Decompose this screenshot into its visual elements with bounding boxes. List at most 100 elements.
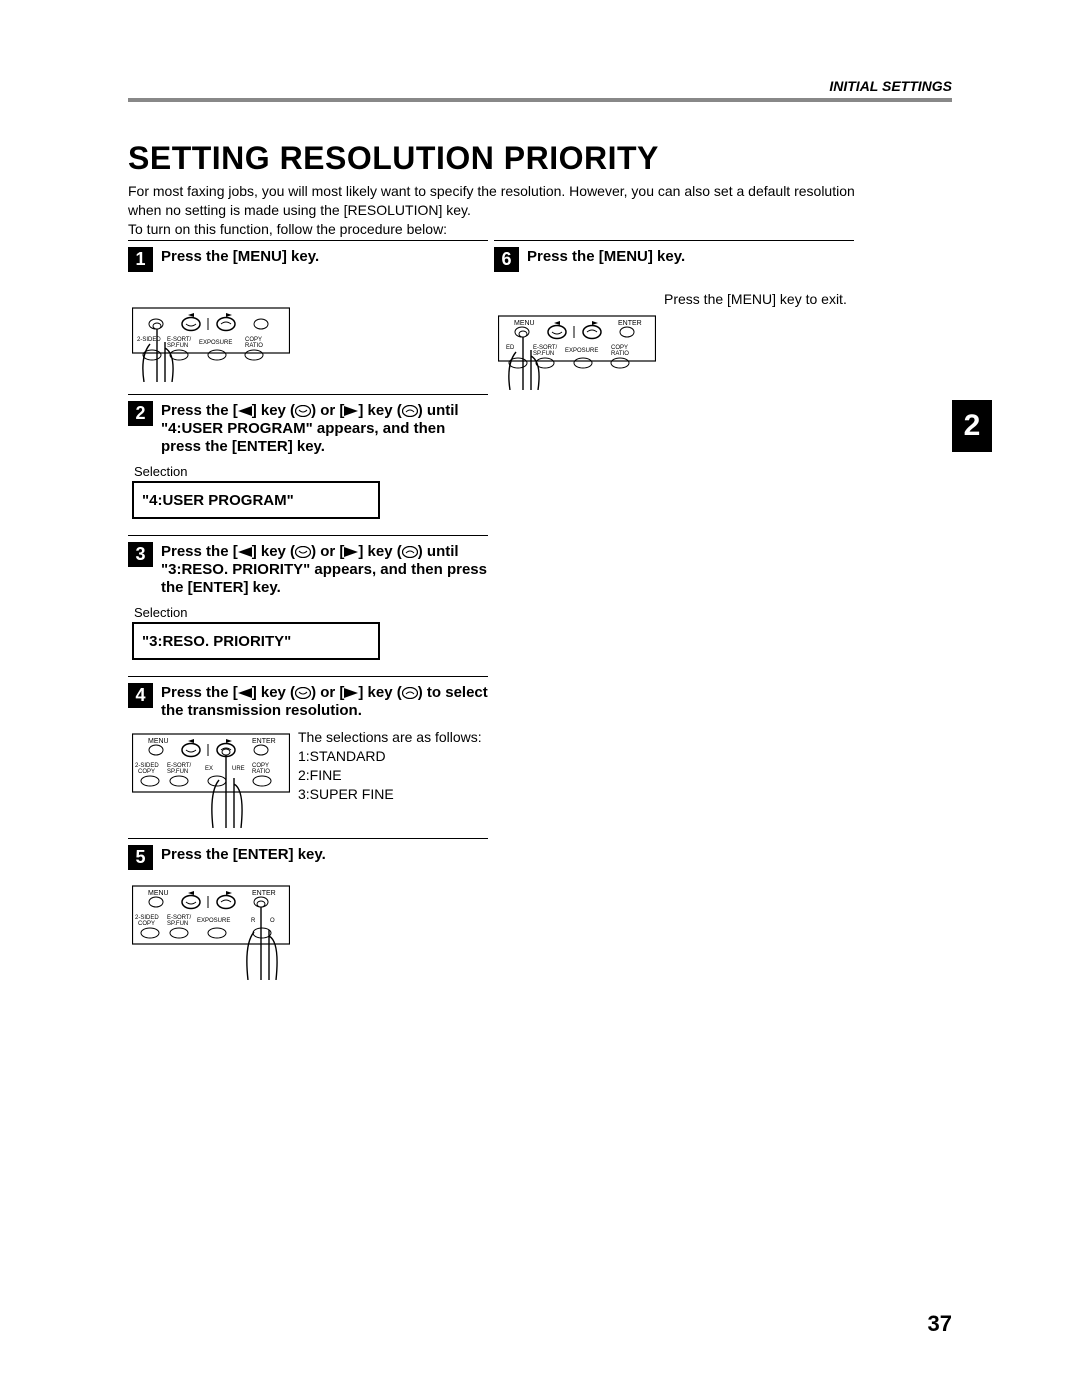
svg-text:COPY: COPY <box>138 769 155 775</box>
up-nav-icon <box>402 405 418 417</box>
down-nav-icon <box>295 405 311 417</box>
step-number-badge: 1 <box>128 247 153 272</box>
step-1: 1 Press the [MENU] key. 2-SIDED E-SORT/ … <box>128 240 488 382</box>
column-2: 6 Press the [MENU] key. MENU ENTER ED E-… <box>494 234 854 390</box>
step-rule <box>128 394 488 395</box>
column-1: 1 Press the [MENU] key. 2-SIDED E-SORT/ … <box>128 234 488 980</box>
page-number: 37 <box>928 1311 952 1337</box>
svg-text:RATIO: RATIO <box>252 769 270 775</box>
lcd-display: "3:RESO. PRIORITY" <box>132 622 380 660</box>
step-rule <box>494 240 854 241</box>
left-arrow-icon <box>238 406 252 416</box>
svg-text:MENU: MENU <box>514 320 535 327</box>
lcd-display: "4:USER PROGRAM" <box>132 481 380 519</box>
step-number-badge: 3 <box>128 542 153 567</box>
right-arrow-icon <box>344 688 358 698</box>
svg-text:ENTER: ENTER <box>618 320 642 327</box>
step-rule <box>128 535 488 536</box>
text-fragment: ) or [ <box>311 543 344 560</box>
step-number-badge: 5 <box>128 845 153 870</box>
svg-text:EXPOSURE: EXPOSURE <box>565 348 598 354</box>
step-number-badge: 6 <box>494 247 519 272</box>
text-fragment: ] key ( <box>252 543 295 560</box>
left-arrow-icon <box>238 688 252 698</box>
svg-text:COPY: COPY <box>138 921 155 927</box>
svg-text:SP.FUN: SP.FUN <box>533 351 554 357</box>
control-panel-illustration: MENU ENTER 2-SIDED COPY E-SORT/ SP.FUN E… <box>132 728 290 828</box>
up-nav-icon <box>402 546 418 558</box>
svg-text:RATIO: RATIO <box>245 343 263 349</box>
step-number-badge: 2 <box>128 401 153 426</box>
step-3: 3 Press the [] key () or [] key () until… <box>128 535 488 660</box>
text-fragment: ] key ( <box>358 543 401 560</box>
text-fragment: Press the [ <box>161 684 238 701</box>
svg-text:EX: EX <box>205 766 213 772</box>
step-title: Press the [] key () or [] key () until "… <box>161 542 488 597</box>
text-fragment: ] key ( <box>358 684 401 701</box>
svg-text:R: R <box>251 918 256 924</box>
step-title: Press the [] key () or [] key () to sele… <box>161 683 488 720</box>
svg-text:ENTER: ENTER <box>252 890 276 897</box>
hand-icon <box>247 901 277 980</box>
control-panel-illustration: 2-SIDED E-SORT/ SP.FUN EXPOSURE COPY RAT… <box>132 282 290 382</box>
svg-text:ED: ED <box>506 345 515 351</box>
text-fragment: Press the [ <box>161 543 238 560</box>
text-fragment: ) or [ <box>311 402 344 419</box>
up-nav-icon <box>402 687 418 699</box>
step-head: 3 Press the [] key () or [] key () until… <box>128 542 488 597</box>
svg-text:SP.FUN: SP.FUN <box>167 921 188 927</box>
step-title: Press the [MENU] key. <box>161 247 319 266</box>
control-panel-illustration: MENU ENTER ED E-SORT/ SP.FUN EXPOSURE CO… <box>498 290 656 390</box>
down-nav-icon <box>295 546 311 558</box>
down-nav-icon <box>295 687 311 699</box>
left-arrow-icon <box>238 547 252 557</box>
text-fragment: ] key ( <box>252 402 295 419</box>
manual-page: INITIAL SETTINGS SETTING RESOLUTION PRIO… <box>0 0 1080 1397</box>
step-head: 2 Press the [] key () or [] key () until… <box>128 401 488 456</box>
svg-text:O: O <box>270 918 275 924</box>
right-arrow-icon <box>344 406 358 416</box>
selection-label: Selection <box>134 605 488 620</box>
step-title: Press the [MENU] key. <box>527 247 685 266</box>
step-rule <box>128 240 488 241</box>
chapter-tab: 2 <box>952 400 992 452</box>
step-4: 4 Press the [] key () or [] key () to se… <box>128 676 488 828</box>
text-fragment: ] key ( <box>252 684 295 701</box>
svg-text:URE: URE <box>232 766 245 772</box>
intro-paragraph: For most faxing jobs, you will most like… <box>128 182 858 239</box>
step-head: 1 Press the [MENU] key. <box>128 247 488 272</box>
text-fragment: ] key ( <box>358 402 401 419</box>
control-panel-illustration: MENU ENTER 2-SIDED COPY E-SORT/ SP.FUN E… <box>132 880 290 980</box>
step-head: 4 Press the [] key () or [] key () to se… <box>128 683 488 720</box>
step-title: Press the [] key () or [] key () until "… <box>161 401 488 456</box>
svg-text:MENU: MENU <box>148 890 169 897</box>
step-head: 5 Press the [ENTER] key. <box>128 845 488 870</box>
step-title: Press the [ENTER] key. <box>161 845 326 864</box>
right-arrow-icon <box>344 547 358 557</box>
step-5: 5 Press the [ENTER] key. MENU ENTER 2-SI… <box>128 838 488 980</box>
step-2: 2 Press the [] key () or [] key () until… <box>128 394 488 519</box>
svg-text:SP.FUN: SP.FUN <box>167 769 188 775</box>
selection-label: Selection <box>134 464 488 479</box>
svg-text:SP.FUN: SP.FUN <box>167 343 188 349</box>
step-side-text: The selections are as follows: 1:STANDAR… <box>298 728 488 804</box>
step-6: 6 Press the [MENU] key. MENU ENTER ED E-… <box>494 240 854 390</box>
step-rule <box>128 676 488 677</box>
page-title: SETTING RESOLUTION PRIORITY <box>128 140 659 177</box>
svg-text:EXPOSURE: EXPOSURE <box>199 340 232 346</box>
svg-text:EXPOSURE: EXPOSURE <box>197 918 230 924</box>
step-head: 6 Press the [MENU] key. <box>494 247 854 272</box>
svg-text:MENU: MENU <box>148 738 169 745</box>
section-header: INITIAL SETTINGS <box>829 78 952 94</box>
svg-text:RATIO: RATIO <box>611 351 629 357</box>
svg-text:ENTER: ENTER <box>252 738 276 745</box>
step-number-badge: 4 <box>128 683 153 708</box>
step-body: MENU ENTER ED E-SORT/ SP.FUN EXPOSURE CO… <box>494 280 854 390</box>
step-side-text: Press the [MENU] key to exit. <box>664 290 854 309</box>
step-rule <box>128 838 488 839</box>
text-fragment: Press the [ <box>161 402 238 419</box>
header-rule <box>128 98 952 102</box>
text-fragment: ) or [ <box>311 684 344 701</box>
hand-icon <box>212 749 242 828</box>
step-body: MENU ENTER 2-SIDED COPY E-SORT/ SP.FUN E… <box>128 728 488 828</box>
